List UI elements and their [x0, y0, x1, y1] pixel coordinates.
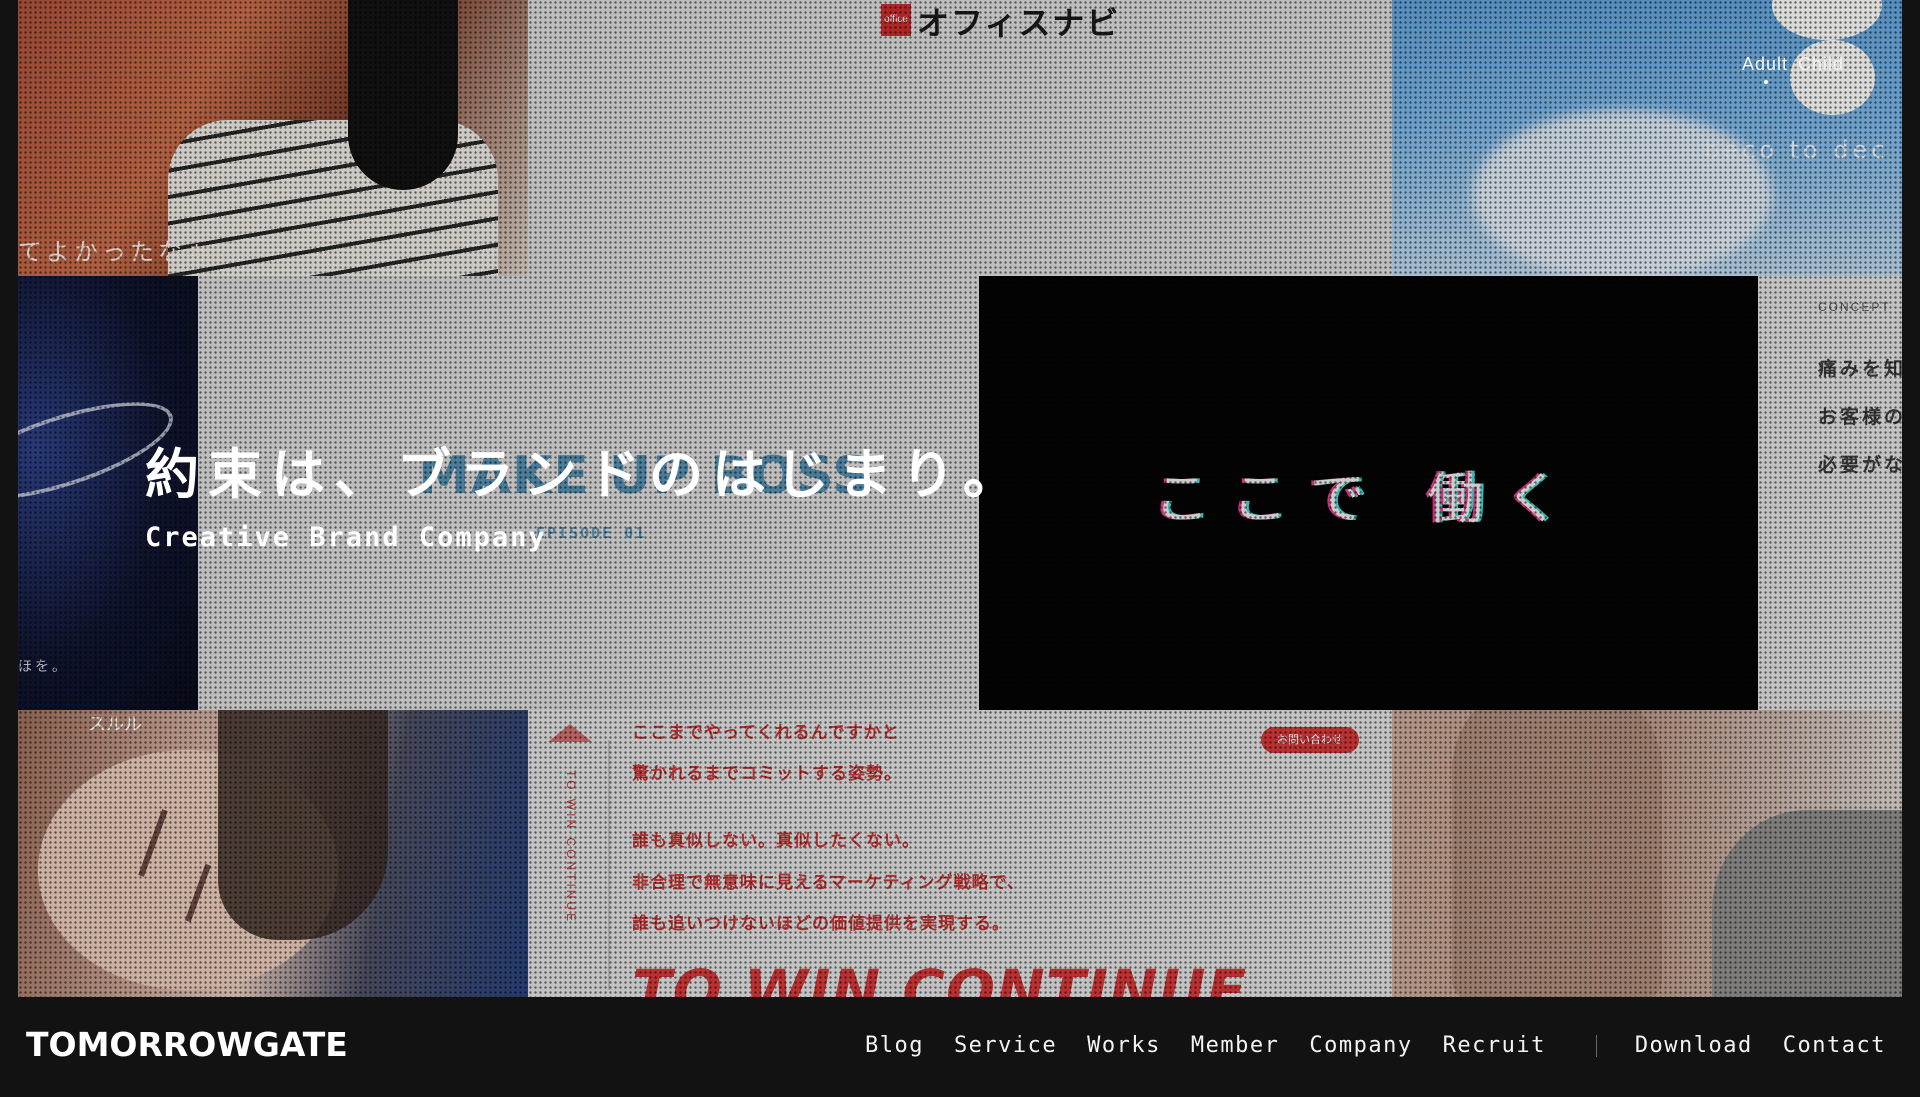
toggle-adult[interactable]: Adult — [1742, 54, 1788, 74]
works-tile-officenavi[interactable]: office オフィスナビ — [528, 0, 1392, 276]
works-tile-baby[interactable]: スルル — [18, 710, 528, 997]
concept-label: CONCEPT — [1818, 300, 1891, 314]
copy-line: 誰も真似しない。真似したくない。 — [632, 831, 920, 851]
concept-line: 痛みを知 — [1818, 358, 1902, 380]
site-logo[interactable]: TOMORROWGATE — [26, 1025, 348, 1064]
tile-caption: ほを。 — [18, 658, 69, 674]
hero-headline: 約束は、ブランドのはじまり。 — [145, 443, 1026, 506]
works-tile-man[interactable] — [1392, 710, 1902, 997]
works-tile-sky[interactable]: beco to dec — [1392, 0, 1902, 276]
copy-line: 驚かれるまでコミットする姿勢。 — [632, 764, 902, 784]
copy-big-title: TO WIN CONTINUE — [632, 957, 1248, 997]
hero-subhead: Creative Brand Company — [145, 522, 547, 553]
works-tile-copy[interactable]: TO WIN CONTINUE お問い合わせ ここまでやってくれるんですかと 驚… — [528, 710, 1392, 997]
photo-hair — [348, 0, 458, 190]
photo-hand — [1452, 710, 1662, 997]
officenavi-logo-text: オフィスナビ — [917, 4, 1121, 42]
toggle-indicator-icon — [1764, 80, 1768, 84]
cloud-shape — [1790, 40, 1875, 115]
nav-recruit[interactable]: Recruit — [1443, 1033, 1546, 1058]
nav-contact[interactable]: Contact — [1783, 1033, 1886, 1058]
tile-caption: beco to dec — [1704, 136, 1889, 164]
copy-line: 誰も追いつけないほどの価値提供を実現する。 — [632, 914, 1010, 934]
vertical-caption: TO WIN CONTINUE — [564, 770, 578, 925]
photo-suit — [1712, 810, 1902, 997]
copy-line: 非合理で無意味に見えるマーケティング戦略で、 — [632, 873, 1025, 893]
tile-caption: てよかったなぁ — [18, 238, 214, 266]
main-nav: Blog Service Works Member Company Recrui… — [865, 1033, 1886, 1058]
adult-child-toggle[interactable]: Adult Child — [1742, 54, 1854, 84]
divider — [608, 740, 610, 990]
video-glitch-text: ここで 働く — [1153, 467, 1584, 532]
nav-service[interactable]: Service — [954, 1033, 1057, 1058]
nav-company[interactable]: Company — [1309, 1033, 1412, 1058]
nav-member[interactable]: Member — [1191, 1033, 1279, 1058]
nav-download[interactable]: Download — [1635, 1033, 1753, 1058]
toggle-child[interactable]: Child — [1798, 54, 1844, 74]
nav-works[interactable]: Works — [1087, 1033, 1161, 1058]
pill-label: お問い合わせ — [1277, 734, 1343, 746]
copy-line: ここまでやってくれるんですかと — [632, 723, 900, 743]
works-tile-video[interactable]: ここで 働く — [979, 276, 1758, 710]
concept-line: 必要がな — [1818, 454, 1902, 476]
cloud-shape — [1472, 110, 1772, 276]
tile-caption: スルル — [88, 714, 142, 734]
episode-label: EPISODE 01 — [536, 524, 647, 542]
nav-blog[interactable]: Blog — [865, 1033, 924, 1058]
photo-hair — [218, 710, 388, 940]
works-tile-girl[interactable]: てよかったなぁ — [18, 0, 528, 276]
tile-pill-button: お問い合わせ — [1261, 727, 1359, 753]
officenavi-logo-mark: office — [881, 4, 911, 36]
cloud-shape — [1772, 0, 1882, 40]
nav-divider — [1595, 1034, 1597, 1057]
bottom-navbar: TOMORROWGATE Blog Service Works Member C… — [0, 997, 1920, 1097]
triangle-icon — [548, 724, 592, 742]
concept-line: お客様の — [1818, 406, 1902, 428]
works-tile-concept[interactable]: CONCEPT 痛みを知 お客様の 必要がな — [1758, 276, 1902, 710]
